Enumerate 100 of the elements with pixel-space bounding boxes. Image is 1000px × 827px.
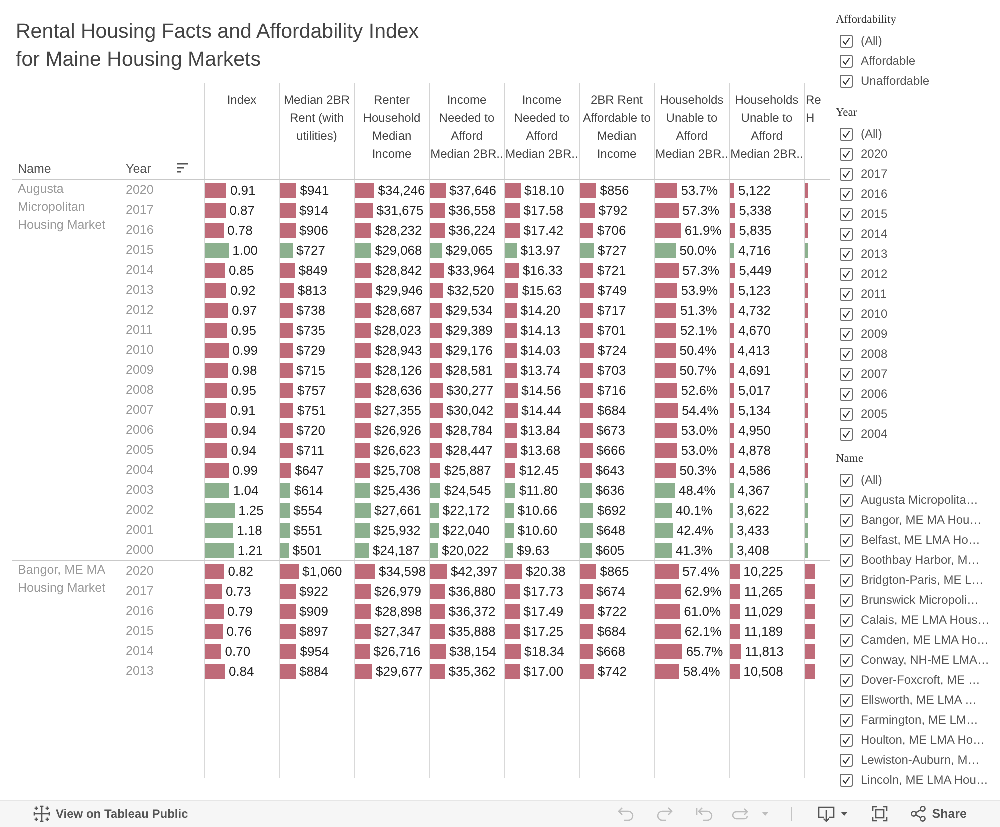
checkbox[interactable] bbox=[840, 674, 853, 686]
value-label: $25,436 bbox=[374, 482, 421, 498]
option-label[interactable]: 2020 bbox=[861, 147, 888, 161]
checkbox[interactable] bbox=[840, 228, 853, 240]
year-label: 2009 bbox=[126, 363, 154, 377]
checkbox[interactable] bbox=[840, 34, 853, 48]
checkbox[interactable] bbox=[840, 388, 853, 400]
option-label[interactable]: 2012 bbox=[861, 267, 888, 281]
option-label[interactable]: Conway, NH-ME LMA… bbox=[861, 653, 990, 667]
download-button[interactable] bbox=[818, 806, 848, 822]
checkbox[interactable] bbox=[840, 168, 853, 180]
option-label[interactable]: 2016 bbox=[861, 187, 888, 201]
year-label: 2013 bbox=[126, 664, 154, 678]
share-button[interactable]: Share bbox=[911, 806, 967, 822]
option-label[interactable]: Unaffordable bbox=[861, 74, 930, 88]
checkbox[interactable] bbox=[840, 494, 853, 506]
column-header: Index bbox=[227, 92, 257, 109]
value-label: 0.94 bbox=[231, 422, 256, 438]
value-label: $10.66 bbox=[518, 502, 558, 518]
value-label: 61.0% bbox=[684, 604, 722, 618]
market-name: Augusta Micropolitan Housing Market bbox=[18, 182, 106, 232]
year-label: 2011 bbox=[126, 323, 153, 337]
option-label[interactable]: Belfast, ME LMA Ho… bbox=[861, 533, 980, 547]
option-label[interactable]: Lewiston-Auburn, M… bbox=[861, 753, 980, 767]
view-link[interactable]: View on Tableau Public bbox=[33, 805, 188, 823]
checkbox[interactable] bbox=[840, 408, 853, 420]
checkbox[interactable] bbox=[840, 128, 853, 140]
checkbox[interactable] bbox=[840, 574, 853, 586]
checkbox[interactable] bbox=[840, 288, 853, 300]
option-label[interactable]: 2013 bbox=[861, 247, 888, 261]
checkbox[interactable] bbox=[840, 368, 853, 380]
value-label: $717 bbox=[597, 302, 626, 318]
option-label[interactable]: 2009 bbox=[861, 327, 888, 341]
option-label[interactable]: Houlton, ME LMA Ho… bbox=[861, 733, 986, 747]
option-label[interactable]: (All) bbox=[861, 473, 882, 487]
value-label: $643 bbox=[596, 462, 625, 478]
option-label[interactable]: 2006 bbox=[861, 387, 888, 401]
option-label[interactable]: Farmington, ME LM… bbox=[861, 713, 978, 727]
option-label[interactable]: 2004 bbox=[861, 427, 888, 441]
value-label: $14.03 bbox=[520, 342, 561, 358]
option-label[interactable]: Augusta Micropolita… bbox=[861, 493, 978, 507]
option-label[interactable]: 2011 bbox=[861, 287, 887, 301]
checkbox[interactable] bbox=[840, 614, 853, 626]
option-label[interactable]: Boothbay Harbor, M… bbox=[861, 553, 980, 567]
option-label[interactable]: Bridgton-Paris, ME L… bbox=[861, 573, 984, 587]
checkbox[interactable] bbox=[840, 474, 853, 486]
option-label[interactable]: 2015 bbox=[861, 207, 888, 221]
value-label: 0.87 bbox=[230, 202, 256, 218]
checkbox[interactable] bbox=[840, 554, 853, 566]
checkbox[interactable] bbox=[840, 188, 853, 200]
checkbox[interactable] bbox=[840, 774, 853, 786]
checkbox[interactable] bbox=[840, 534, 853, 546]
sort-icon[interactable] bbox=[177, 163, 188, 173]
checkbox[interactable] bbox=[840, 714, 853, 726]
option-label[interactable]: Affordable bbox=[861, 54, 916, 68]
checkbox[interactable] bbox=[840, 268, 853, 280]
checkbox[interactable] bbox=[840, 514, 853, 526]
checkbox[interactable] bbox=[840, 634, 853, 646]
checkbox[interactable] bbox=[840, 148, 853, 160]
value-label: $27,661 bbox=[374, 502, 422, 518]
option-label[interactable]: 2017 bbox=[861, 167, 888, 181]
option-label[interactable]: 2008 bbox=[861, 347, 888, 361]
checkbox[interactable] bbox=[840, 308, 853, 320]
checkbox[interactable] bbox=[840, 248, 853, 260]
checkbox[interactable] bbox=[840, 734, 853, 746]
checkbox[interactable] bbox=[840, 654, 853, 666]
value-label: 0.84 bbox=[228, 664, 254, 678]
checkbox[interactable] bbox=[840, 208, 853, 220]
value-label: $17.58 bbox=[524, 202, 564, 218]
value-label: $29,534 bbox=[446, 302, 493, 318]
checkbox[interactable] bbox=[840, 54, 853, 68]
option-label[interactable]: (All) bbox=[861, 34, 882, 48]
option-label[interactable]: Dover-Foxcroft, ME … bbox=[861, 673, 980, 687]
option-label[interactable]: 2007 bbox=[861, 367, 888, 381]
option-label[interactable]: Brunswick Micropoli… bbox=[861, 593, 980, 607]
option-label[interactable]: 2005 bbox=[861, 407, 888, 421]
option-label[interactable]: Camden, ME LMA Ho… bbox=[861, 633, 990, 647]
year-label: 2014 bbox=[126, 263, 154, 277]
checkbox[interactable] bbox=[840, 594, 853, 606]
value-label: 41.3% bbox=[676, 542, 713, 558]
caret-icon bbox=[841, 812, 848, 816]
checkbox[interactable] bbox=[840, 74, 853, 88]
option-label[interactable]: Lincoln, ME LMA Hou… bbox=[861, 773, 988, 787]
value-label: 4,367 bbox=[738, 482, 770, 498]
column-header: Income Needed to Afford Median 2BR.. bbox=[430, 92, 504, 163]
value-label: $26,979 bbox=[374, 584, 422, 598]
option-label[interactable]: Bangor, ME MA Hou… bbox=[861, 513, 982, 527]
checkbox[interactable] bbox=[840, 754, 853, 766]
option-label[interactable]: 2010 bbox=[861, 307, 888, 321]
option-label[interactable]: (All) bbox=[861, 127, 882, 141]
year-label: 2004 bbox=[126, 463, 154, 477]
checkbox[interactable] bbox=[840, 348, 853, 360]
checkbox[interactable] bbox=[840, 428, 853, 440]
checkbox[interactable] bbox=[840, 328, 853, 340]
value-label: $29,068 bbox=[375, 242, 422, 258]
checkbox[interactable] bbox=[840, 694, 853, 706]
option-label[interactable]: Calais, ME LMA Hous… bbox=[861, 613, 990, 627]
option-label[interactable]: Ellsworth, ME LMA … bbox=[861, 693, 978, 707]
fullscreen-button[interactable] bbox=[872, 806, 888, 822]
option-label[interactable]: 2014 bbox=[861, 227, 888, 241]
